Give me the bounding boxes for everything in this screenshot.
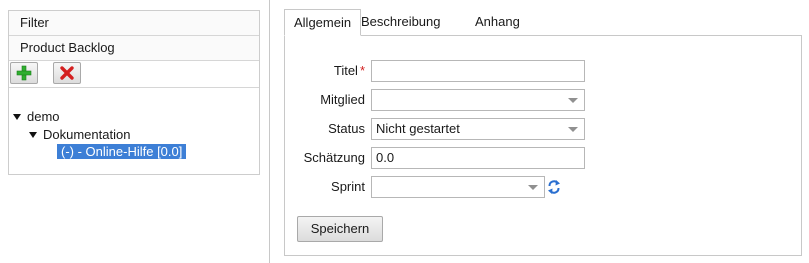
backlog-panel: Filter Product Backlog demo Dokumentatio… — [8, 10, 260, 175]
filter-header[interactable]: Filter — [9, 11, 259, 36]
tree-node-dokumentation[interactable]: Dokumentation — [29, 126, 130, 143]
chevron-down-icon[interactable] — [528, 185, 538, 190]
tab-beschreibung[interactable]: Beschreibung — [352, 9, 450, 34]
sprint-label: Sprint — [331, 179, 365, 194]
backlog-toolbar — [9, 61, 259, 88]
refresh-icon[interactable] — [547, 179, 561, 195]
tree-node-online-hilfe[interactable]: (-) - Online-Hilfe [0.0] — [57, 143, 187, 160]
expand-arrow-icon[interactable] — [13, 113, 21, 120]
estimate-field[interactable]: 0.0 — [371, 147, 585, 169]
member-row: Mitglied — [285, 89, 801, 111]
add-button[interactable] — [10, 62, 38, 84]
delete-button[interactable] — [53, 62, 81, 84]
status-label: Status — [328, 121, 365, 136]
delete-x-icon — [60, 66, 74, 80]
add-plus-icon — [16, 65, 32, 81]
tab-bar: Allgemein Beschreibung Anhang — [284, 9, 802, 36]
save-button[interactable]: Speichern — [297, 216, 383, 242]
chevron-down-icon[interactable] — [568, 98, 578, 103]
status-row: Status Nicht gestartet — [285, 118, 801, 140]
product-backlog-header[interactable]: Product Backlog — [9, 36, 259, 61]
member-combobox[interactable] — [371, 89, 585, 111]
detail-panel: Allgemein Beschreibung Anhang Titel * Mit… — [284, 9, 802, 256]
tree-node-demo[interactable]: demo — [13, 108, 60, 125]
expand-arrow-icon[interactable] — [29, 131, 37, 138]
status-combobox[interactable]: Nicht gestartet — [371, 118, 585, 140]
title-field[interactable] — [371, 60, 585, 82]
estimate-label: Schätzung — [303, 150, 365, 165]
estimate-row: Schätzung 0.0 — [285, 147, 801, 169]
member-label: Mitglied — [320, 92, 365, 107]
title-row: Titel * — [285, 60, 801, 82]
tab-anhang[interactable]: Anhang — [466, 9, 529, 34]
chevron-down-icon[interactable] — [568, 127, 578, 132]
required-marker: * — [359, 63, 365, 78]
sprint-combobox[interactable] — [371, 176, 545, 198]
tab-content: Titel * Mitglied Status Nicht gestartet S… — [284, 35, 802, 256]
left-pane: Filter Product Backlog demo Dokumentatio… — [0, 0, 270, 263]
sprint-row: Sprint — [285, 176, 801, 198]
title-label: Titel * — [333, 63, 365, 78]
tab-allgemein[interactable]: Allgemein — [284, 9, 362, 36]
